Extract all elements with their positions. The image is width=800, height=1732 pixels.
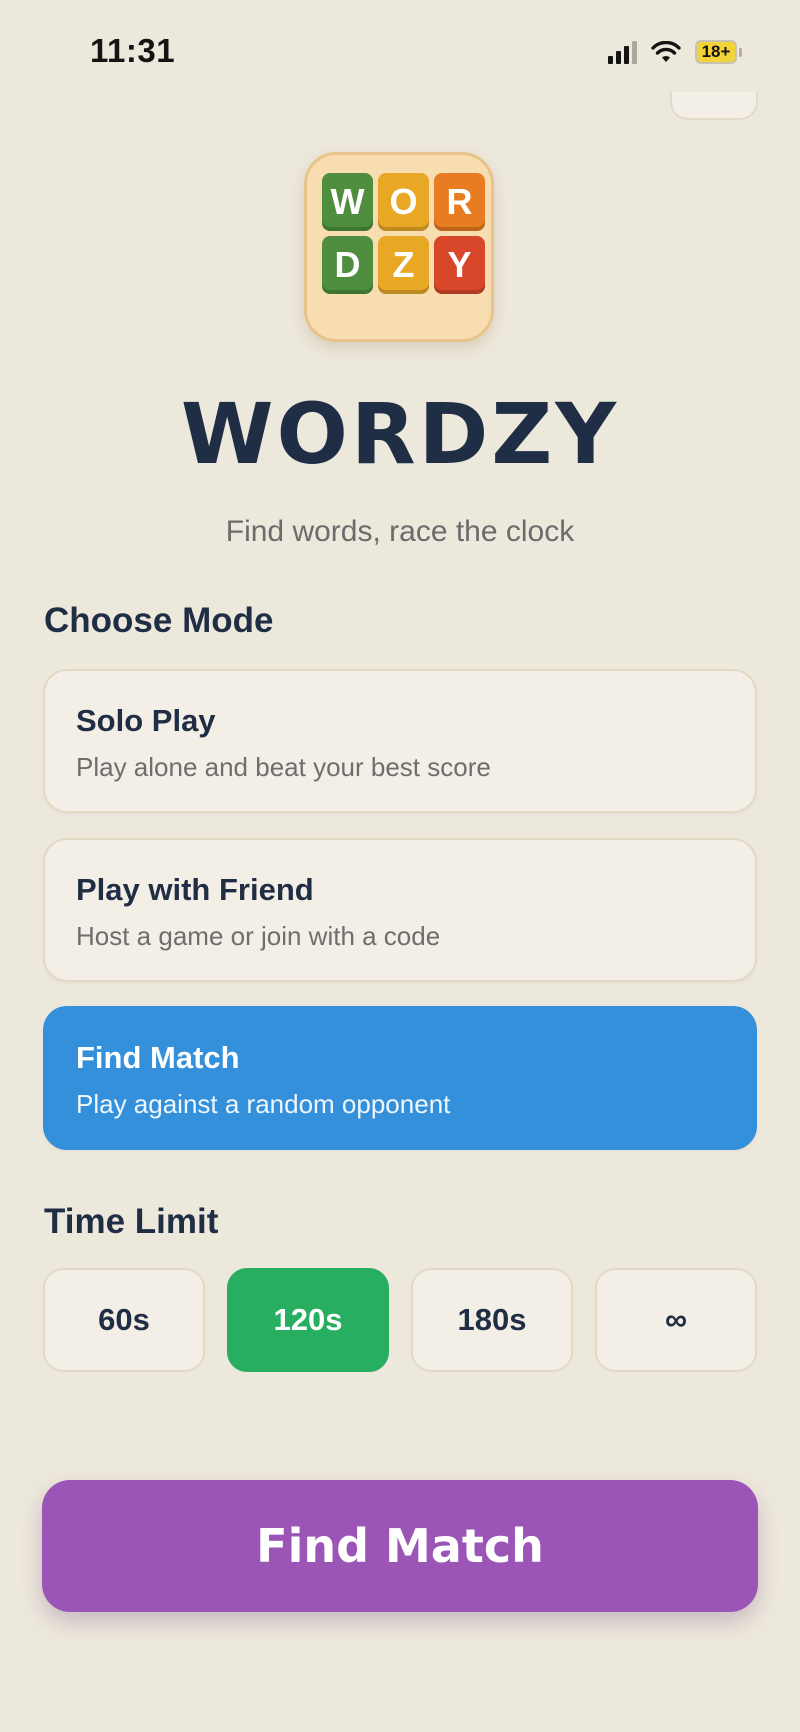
time-option-180s[interactable]: 180s bbox=[411, 1268, 573, 1372]
time-limit-heading: Time Limit bbox=[44, 1202, 219, 1241]
time-option-60s[interactable]: 60s bbox=[43, 1268, 205, 1372]
logo-tile: W bbox=[322, 173, 373, 231]
mode-option-solo-play[interactable]: Solo Play Play alone and beat your best … bbox=[43, 669, 757, 813]
logo-tile: D bbox=[322, 236, 373, 294]
time-option-120s[interactable]: 120s bbox=[227, 1268, 389, 1372]
mode-description: Play alone and beat your best score bbox=[76, 752, 491, 782]
choose-mode-heading: Choose Mode bbox=[44, 601, 274, 640]
mode-title: Solo Play bbox=[76, 703, 216, 738]
logo-tile: O bbox=[378, 173, 429, 231]
battery-level: 18+ bbox=[695, 40, 737, 64]
mode-option-find-match[interactable]: Find Match Play against a random opponen… bbox=[43, 1006, 757, 1150]
logo-tile-grid: W O R D Z Y bbox=[322, 173, 485, 294]
logo-tile: Y bbox=[434, 236, 485, 294]
mode-title: Find Match bbox=[76, 1040, 240, 1075]
time-limit-options: 60s 120s 180s ∞ bbox=[43, 1268, 757, 1372]
mode-description: Play against a random opponent bbox=[76, 1089, 451, 1119]
mode-description: Host a game or join with a code bbox=[76, 921, 441, 951]
status-icons: 18+ bbox=[608, 40, 742, 64]
app-logo: W O R D Z Y bbox=[304, 152, 494, 342]
logo-tile: R bbox=[434, 173, 485, 231]
mode-title: Play with Friend bbox=[76, 872, 314, 907]
battery-icon: 18+ bbox=[695, 40, 742, 64]
logo-tile: Z bbox=[378, 236, 429, 294]
find-match-button[interactable]: Find Match bbox=[42, 1480, 758, 1612]
wifi-icon bbox=[651, 41, 681, 63]
time-option-unlimited[interactable]: ∞ bbox=[595, 1268, 757, 1372]
app-title: WORDZY bbox=[180, 385, 620, 483]
top-right-pill-button[interactable] bbox=[670, 92, 758, 120]
mode-option-play-with-friend[interactable]: Play with Friend Host a game or join wit… bbox=[43, 838, 757, 982]
signal-icon bbox=[608, 40, 637, 64]
status-time: 11:31 bbox=[90, 32, 176, 69]
app-subtitle: Find words, race the clock bbox=[225, 515, 575, 548]
